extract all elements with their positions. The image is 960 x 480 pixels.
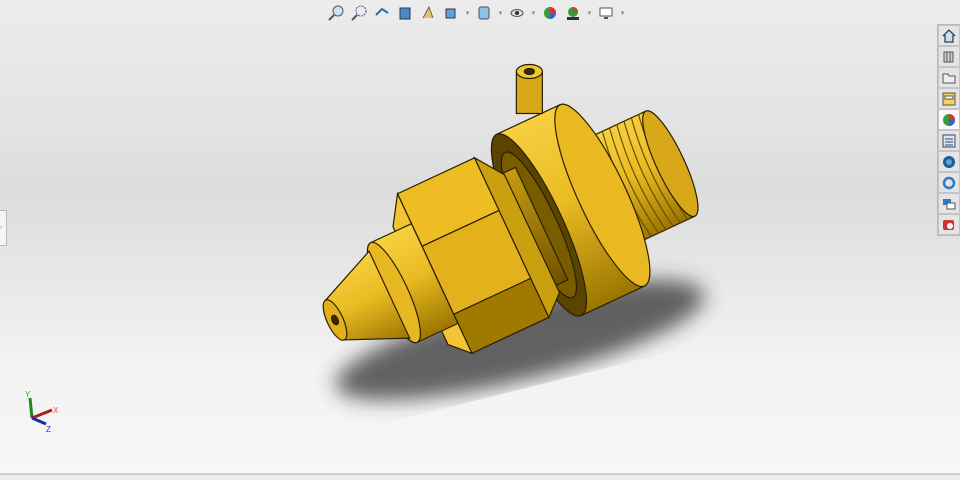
task-pane-tabs [937,24,960,236]
display-style-icon[interactable] [474,4,494,22]
graphics-area[interactable] [0,0,960,475]
edit-appearance-icon[interactable] [540,4,560,22]
sync-icon[interactable] [938,172,960,193]
design-library-icon[interactable] [938,46,960,67]
view-settings-icon[interactable] [596,4,616,22]
forum-icon[interactable] [938,193,960,214]
feature-manager-toggle[interactable]: › [0,210,7,246]
appearances-icon[interactable] [938,109,960,130]
chevron-down-icon[interactable]: ▾ [530,9,537,17]
triad-z-label: Z [46,425,51,434]
file-explorer-icon[interactable] [938,67,960,88]
top-pin [515,63,543,115]
zoom-to-fit-icon[interactable] [326,4,346,22]
apply-scene-icon[interactable] [563,4,583,22]
chevron-down-icon[interactable]: ▾ [619,9,626,17]
part-model[interactable] [0,0,960,475]
hide-show-items-icon[interactable] [507,4,527,22]
triad-y-label: Y [25,390,31,399]
section-view-icon[interactable] [395,4,415,22]
chevron-down-icon[interactable]: ▾ [464,9,471,17]
zoom-to-area-icon[interactable] [349,4,369,22]
reference-triad: Y X Z [25,390,59,434]
solidworks-resources-icon[interactable] [938,151,960,172]
triad-x-label: X [53,406,59,415]
custom-properties-icon[interactable] [938,130,960,151]
dynamic-annotation-icon[interactable] [418,4,438,22]
chevron-down-icon[interactable]: ▾ [586,9,593,17]
chevron-down-icon[interactable]: ▾ [497,9,504,17]
home-icon[interactable] [938,25,960,46]
add-in-icon[interactable] [938,214,960,235]
heads-up-view-toolbar: ▾ ▾ ▾ ▾ ▾ [326,3,626,23]
view-orientation-icon[interactable] [441,4,461,22]
view-palette-icon[interactable] [938,88,960,109]
previous-view-icon[interactable] [372,4,392,22]
